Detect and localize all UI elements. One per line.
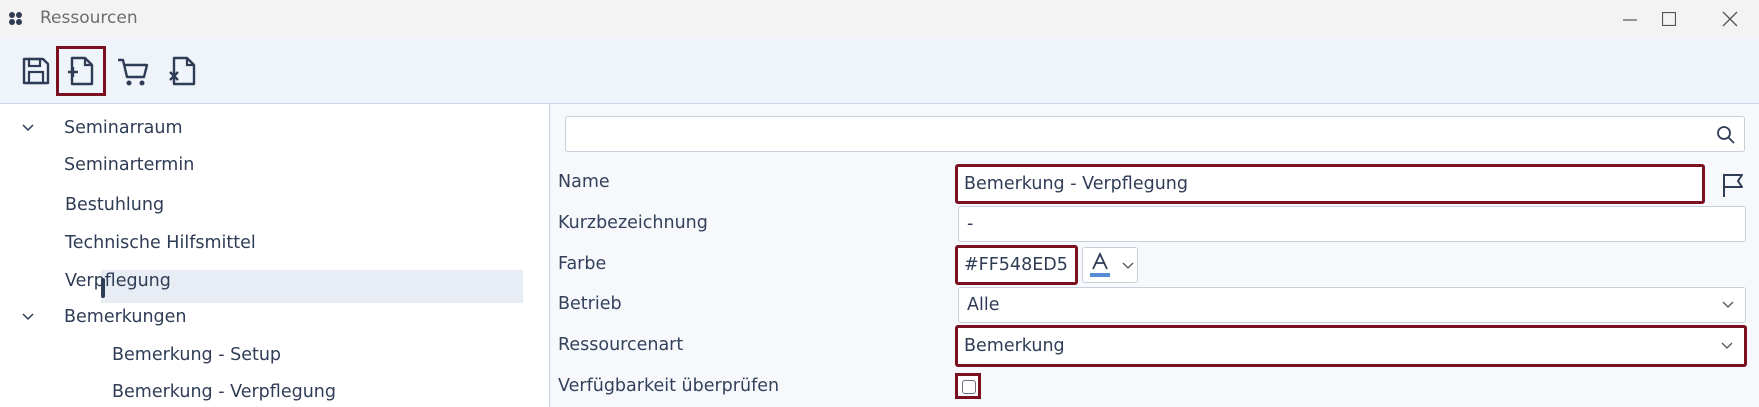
tree-item-label: Verpflegung	[65, 271, 171, 291]
tree-item-verpflegung[interactable]: Verpflegung	[65, 264, 171, 298]
tree-item-label: Bemerkungen	[64, 307, 187, 327]
text-color-icon	[1090, 251, 1110, 277]
delete-button[interactable]	[158, 46, 208, 96]
tree-item-seminartermin[interactable]: Seminartermin	[64, 148, 194, 182]
toolbar	[0, 38, 1759, 104]
maximize-icon	[1662, 12, 1676, 26]
name-field[interactable]: Bemerkung - Verpflegung	[955, 164, 1705, 204]
checkbox-box	[962, 380, 976, 394]
close-button[interactable]	[1707, 0, 1753, 38]
tree-item-label: Bemerkung - Verpflegung	[112, 382, 336, 402]
title-bar: Ressourcen	[0, 0, 1759, 38]
cart-icon	[118, 58, 149, 86]
delete-document-icon	[169, 56, 196, 86]
ressourcenart-value: Bemerkung	[964, 336, 1065, 356]
tree-item-label: Seminarraum	[64, 118, 183, 138]
search-input[interactable]	[565, 116, 1745, 152]
tree-item-label: Bemerkung - Setup	[112, 345, 282, 365]
farbe-label: Farbe	[558, 254, 607, 274]
ressourcenart-label: Ressourcenart	[558, 335, 684, 355]
window-title: Ressourcen	[40, 8, 138, 28]
kurzbezeichnung-value: -	[967, 214, 974, 234]
chevron-down-icon	[22, 124, 34, 132]
ressourcenart-select[interactable]: Bemerkung	[955, 325, 1747, 367]
tree-item-bemerkungen[interactable]: Bemerkungen	[0, 300, 550, 334]
farbe-field[interactable]: #FF548ED5	[955, 245, 1078, 285]
name-label: Name	[558, 172, 610, 192]
new-document-icon	[68, 56, 94, 86]
chevron-down-icon	[22, 313, 34, 321]
cart-button[interactable]	[108, 46, 158, 96]
kurzbezeichnung-field[interactable]: -	[958, 206, 1746, 242]
save-button[interactable]	[11, 46, 61, 96]
tree-item-bestuhlung[interactable]: Bestuhlung	[65, 188, 164, 222]
maximize-button[interactable]	[1646, 0, 1692, 38]
tree-item-label: Technische Hilfsmittel	[65, 233, 256, 253]
name-value: Bemerkung - Verpflegung	[964, 174, 1188, 194]
tree-item-bemerkung-verpflegung[interactable]: Bemerkung - Verpflegung	[112, 375, 336, 407]
flag-icon[interactable]	[1720, 172, 1746, 198]
tree-item-seminarraum[interactable]: Seminarraum	[0, 111, 550, 145]
kurzbezeichnung-label: Kurzbezeichnung	[558, 213, 708, 233]
chevron-down-icon	[1122, 262, 1134, 269]
farbe-value: #FF548ED5	[964, 255, 1068, 275]
verfuegbarkeit-checkbox[interactable]	[955, 373, 981, 399]
tree-item-bemerkung-setup[interactable]: Bemerkung - Setup	[112, 338, 281, 372]
close-icon	[1722, 11, 1738, 27]
tree-item-technische-hilfsmittel[interactable]: Technische Hilfsmittel	[65, 226, 256, 260]
tree-item-label: Seminartermin	[64, 155, 195, 175]
chevron-down-icon	[1721, 342, 1733, 349]
betrieb-select[interactable]: Alle	[958, 287, 1746, 323]
verfuegbarkeit-label: Verfügbarkeit überprüfen	[558, 376, 780, 396]
save-icon	[22, 57, 50, 85]
betrieb-label: Betrieb	[558, 294, 622, 314]
betrieb-value: Alle	[967, 295, 1000, 315]
app-icon	[9, 12, 22, 25]
search-icon[interactable]	[1716, 125, 1736, 145]
new-button[interactable]	[56, 46, 106, 96]
color-picker-button[interactable]	[1082, 247, 1138, 283]
minimize-icon	[1623, 19, 1637, 21]
tree-item-label: Bestuhlung	[65, 195, 165, 215]
chevron-down-icon	[1722, 301, 1734, 308]
